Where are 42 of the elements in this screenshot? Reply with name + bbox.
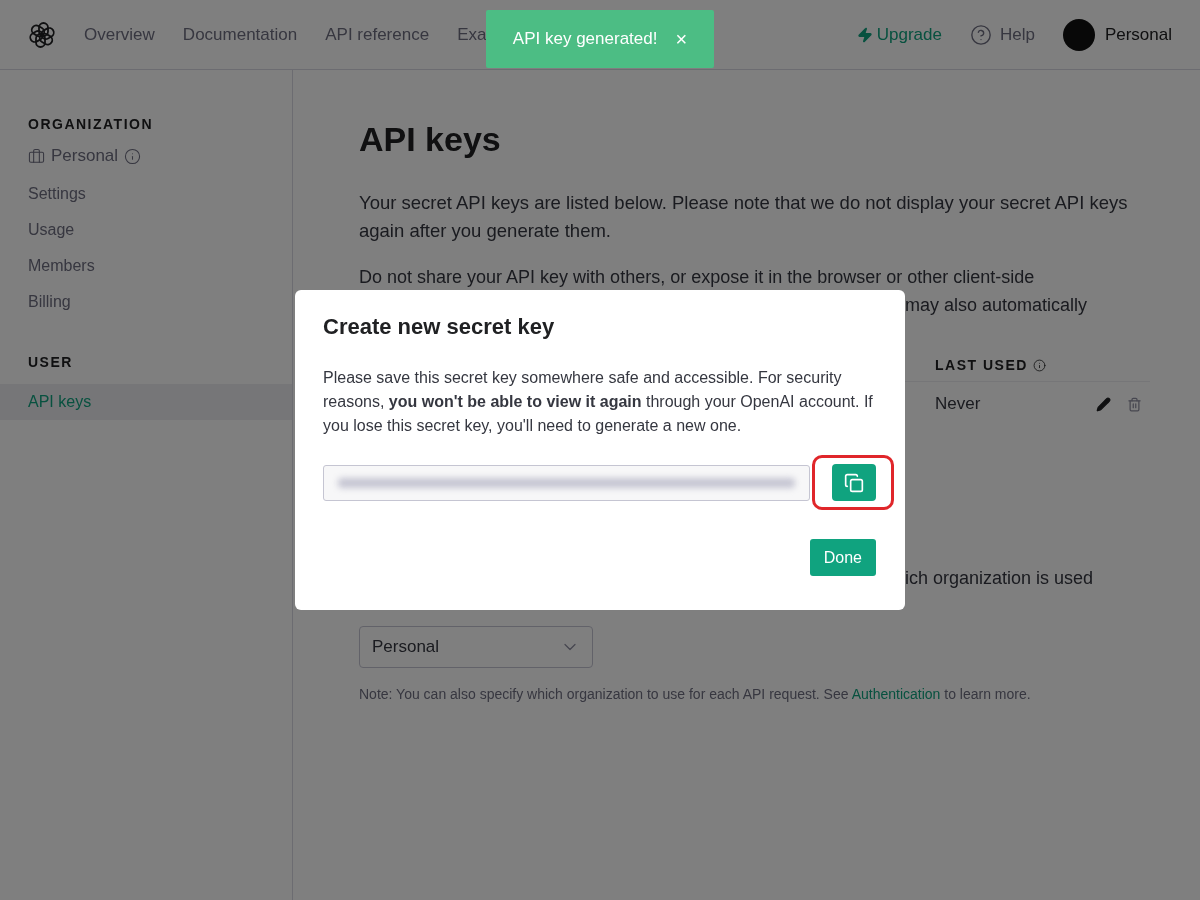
briefcase-icon [28, 147, 45, 165]
section-heading: USER [27, 354, 74, 370]
page-title: API keys [359, 120, 502, 159]
note-text: Note: You can also specify which organization to use for each API request. See Authentication to learn more. [359, 686, 1032, 702]
sidebar-item[interactable]: Billing [0, 284, 292, 320]
upgrade-link[interactable]: Upgrade [856, 24, 942, 45]
authentication-link[interactable]: Authentication [851, 686, 941, 702]
info-icon[interactable] [1032, 358, 1046, 372]
avatar-circle [1062, 18, 1095, 51]
sidebar-item[interactable]: API keys [0, 384, 292, 420]
dialog-text: Please save this secret key somewhere safe and accessible. For security reasons, you won't be able to view it again through your OpenAI account. If you lose this secret key, you'll need to generate a new one. [323, 368, 874, 436]
help-link[interactable]: Help [969, 23, 1035, 46]
account-menu[interactable]: Personal [1062, 18, 1172, 51]
nav-link[interactable]: Documentation [182, 24, 298, 45]
nav-link[interactable]: Overview [84, 24, 155, 45]
sidebar-item[interactable]: Usage [0, 212, 292, 248]
lightning-bolt-icon [856, 26, 873, 43]
copy-button[interactable] [832, 464, 876, 501]
help-icon [969, 23, 992, 46]
knot-logo-icon[interactable] [28, 20, 56, 49]
secret-key-field[interactable] [323, 464, 810, 501]
close-button[interactable]: × [675, 27, 688, 51]
section-heading: ORGANIZATION [27, 116, 155, 132]
column-header: LAST USED [935, 357, 1028, 373]
nav-link[interactable]: Exa [457, 24, 487, 45]
sidebar-item[interactable]: Members [0, 248, 292, 284]
dialog-title: Create new secret key [323, 314, 556, 340]
edit-icon[interactable] [1096, 396, 1111, 412]
table-cell-text: Never [935, 394, 982, 414]
done-button[interactable]: Done [809, 539, 876, 576]
org-name: Personal [51, 146, 119, 166]
intro-text: Your secret API keys are listed below. Please note that we do not display your secret API keys again after you generate them. [359, 191, 1129, 243]
copy-icon [844, 472, 864, 493]
warning-text: may also automatically [905, 294, 1088, 317]
nav-link[interactable]: API reference [325, 24, 430, 45]
warning-text: Do not share your API key with others, or expose it in the browser or other client-side [359, 266, 1036, 289]
info-icon[interactable] [124, 147, 142, 165]
sidebar-item[interactable]: Settings [0, 176, 292, 212]
toast-message: API key generated! [512, 29, 658, 49]
organization-text: ich organization is used [905, 567, 1094, 590]
organization-select[interactable]: Personal [359, 626, 593, 668]
trash-icon[interactable] [1127, 396, 1142, 412]
